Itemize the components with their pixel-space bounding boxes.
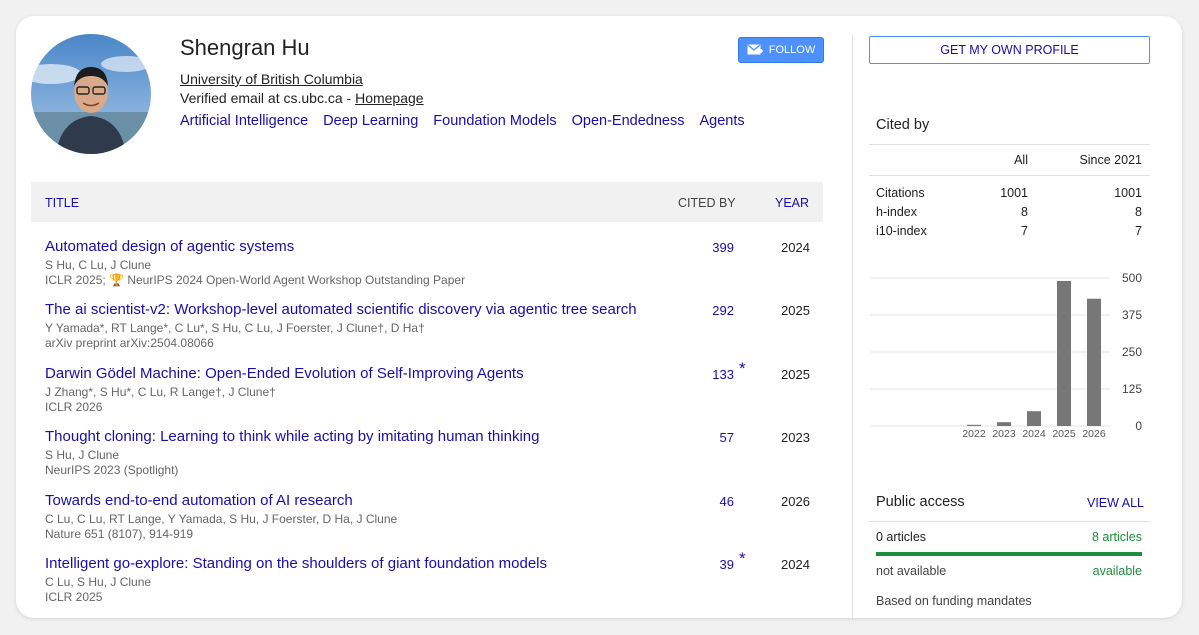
chart-bar-2026[interactable]: [1087, 298, 1101, 426]
avatar-photo: [31, 34, 151, 154]
envelope-icon: [747, 44, 763, 55]
article-row: Intelligent go-explore: Standing on the …: [31, 549, 823, 615]
cited-by-heading: Cited by: [876, 117, 930, 133]
chart-bar-2023[interactable]: [997, 422, 1011, 426]
chart-bar-2024[interactable]: [1027, 411, 1041, 426]
stat-i10-index-all: 7: [1021, 224, 1028, 238]
stat-citations-all: 1001: [1000, 186, 1028, 200]
article-year: 2023: [781, 430, 810, 445]
article-venue: ICLR 2026: [45, 400, 103, 414]
cited-by-count[interactable]: 133: [712, 367, 734, 382]
homepage-link[interactable]: Homepage: [355, 90, 424, 106]
article-year: 2026: [781, 494, 810, 509]
get-my-own-profile-button[interactable]: GET MY OWN PROFILE: [869, 36, 1150, 64]
follow-button[interactable]: FOLLOW: [738, 37, 824, 63]
col-all-header: All: [1014, 153, 1028, 167]
column-divider: [852, 34, 853, 618]
follow-label: FOLLOW: [768, 44, 816, 56]
article-authors: C Lu, S Hu, J Clune: [45, 575, 152, 589]
cited-by-count[interactable]: 46: [720, 494, 734, 509]
divider: [869, 521, 1150, 522]
articles-table-header: TITLE CITED BY YEAR: [31, 182, 823, 222]
chart-bar-2022[interactable]: [967, 424, 981, 426]
merged-citations-star[interactable]: *: [739, 549, 746, 569]
cited-by-count[interactable]: 399: [712, 240, 734, 255]
x-tick-label: 2024: [1022, 428, 1046, 440]
research-interests: Artificial Intelligence Deep Learning Fo…: [180, 113, 745, 129]
cited-by-count[interactable]: 57: [720, 430, 734, 445]
interest-open-endedness[interactable]: Open-Endedness: [572, 113, 685, 129]
article-authors: C Lu, C Lu, RT Lange, Y Yamada, S Hu, J …: [45, 512, 398, 526]
article-row: Automated design of agentic systems S Hu…: [31, 238, 823, 298]
stat-citations-since: 1001: [1114, 186, 1142, 200]
stat-h-index-since: 8: [1135, 205, 1142, 219]
article-venue: arXiv preprint arXiv:2504.08066: [45, 336, 214, 350]
interest-agents[interactable]: Agents: [699, 113, 744, 129]
article-venue: NeurIPS 2023 (Spotlight): [45, 463, 179, 477]
article-authors: S Hu, C Lu, J Clune: [45, 258, 152, 272]
interest-foundation-models[interactable]: Foundation Models: [433, 113, 556, 129]
y-tick-label: 500: [1122, 271, 1142, 285]
article-title-link[interactable]: Thought cloning: Learning to think while…: [45, 428, 539, 445]
article-venue: ICLR 2025; 🏆 NeurIPS 2024 Open-World Age…: [45, 273, 466, 287]
sort-by-year[interactable]: YEAR: [775, 196, 809, 210]
article-title-link[interactable]: Intelligent go-explore: Standing on the …: [45, 555, 547, 572]
article-title-link[interactable]: The ai scientist-v2: Workshop-level auto…: [45, 301, 637, 318]
x-tick-label: 2026: [1082, 428, 1106, 440]
available-label: available: [1092, 564, 1142, 578]
sort-by-title[interactable]: TITLE: [45, 196, 79, 210]
article-year: 2025: [781, 303, 810, 318]
funding-mandates-note: Based on funding mandates: [876, 594, 1032, 608]
cited-by-count[interactable]: 292: [712, 303, 734, 318]
divider: [869, 175, 1150, 176]
view-all-link[interactable]: VIEW ALL: [1087, 496, 1144, 510]
article-year: 2025: [781, 367, 810, 382]
article-row: Thought cloning: Learning to think while…: [31, 428, 823, 488]
not-available-count: 0 articles: [876, 530, 927, 544]
interest-artificial-intelligence[interactable]: Artificial Intelligence: [180, 113, 308, 129]
available-count: 8 articles: [1091, 530, 1142, 544]
email-text: Verified email at cs.ubc.ca -: [180, 90, 356, 106]
x-tick-label: 2023: [992, 428, 1016, 440]
article-authors: S Hu, J Clune: [45, 448, 120, 462]
divider: [869, 144, 1150, 145]
article-year: 2024: [781, 557, 810, 572]
citations-per-year-chart: 500 375 250 125 0 2022 2023 2024 2025 2026: [870, 271, 1142, 440]
article-authors: J Zhang*, S Hu*, C Lu, R Lange†, J Clune…: [45, 385, 276, 399]
interest-deep-learning[interactable]: Deep Learning: [323, 113, 418, 129]
stat-i10-index-since: 7: [1135, 224, 1142, 238]
sort-by-cited[interactable]: CITED BY: [678, 196, 736, 210]
verified-email: Verified email at cs.ubc.ca - Homepage: [180, 90, 424, 106]
y-tick-label: 125: [1122, 382, 1142, 396]
stat-label-citations: Citations: [876, 186, 925, 200]
y-tick-label: 375: [1122, 308, 1142, 322]
article-authors: Y Yamada*, RT Lange*, C Lu*, S Hu, C Lu,…: [45, 321, 425, 335]
article-venue: ICLR 2025: [45, 590, 103, 604]
avatar: [31, 34, 151, 154]
y-tick-label: 0: [1135, 419, 1142, 433]
stat-label-i10-index: i10-index: [876, 224, 927, 238]
profile-name: Shengran Hu: [180, 35, 310, 60]
affiliation-link[interactable]: University of British Columbia: [180, 71, 363, 87]
article-row: The ai scientist-v2: Workshop-level auto…: [31, 301, 823, 361]
article-title-link[interactable]: Darwin Gödel Machine: Open-Ended Evoluti…: [45, 365, 524, 382]
article-row: Darwin Gödel Machine: Open-Ended Evoluti…: [31, 359, 823, 425]
article-venue: Nature 651 (8107), 914-919: [45, 527, 194, 541]
article-row: Towards end-to-end automation of AI rese…: [31, 492, 823, 552]
article-year: 2024: [781, 240, 810, 255]
chart-bar-2025[interactable]: [1057, 280, 1071, 426]
public-access-heading: Public access: [876, 494, 965, 510]
merged-citations-star[interactable]: *: [739, 359, 746, 379]
public-access-bar: [876, 552, 1142, 556]
x-tick-label: 2025: [1052, 428, 1076, 440]
y-tick-label: 250: [1122, 345, 1142, 359]
stat-h-index-all: 8: [1021, 205, 1028, 219]
article-title-link[interactable]: Towards end-to-end automation of AI rese…: [45, 492, 353, 509]
article-title-link[interactable]: Automated design of agentic systems: [45, 238, 294, 255]
stat-label-h-index: h-index: [876, 205, 917, 219]
cited-by-count[interactable]: 39: [720, 557, 734, 572]
not-available-label: not available: [876, 564, 947, 578]
col-since-header: Since 2021: [1079, 153, 1142, 167]
x-tick-label: 2022: [962, 428, 986, 440]
